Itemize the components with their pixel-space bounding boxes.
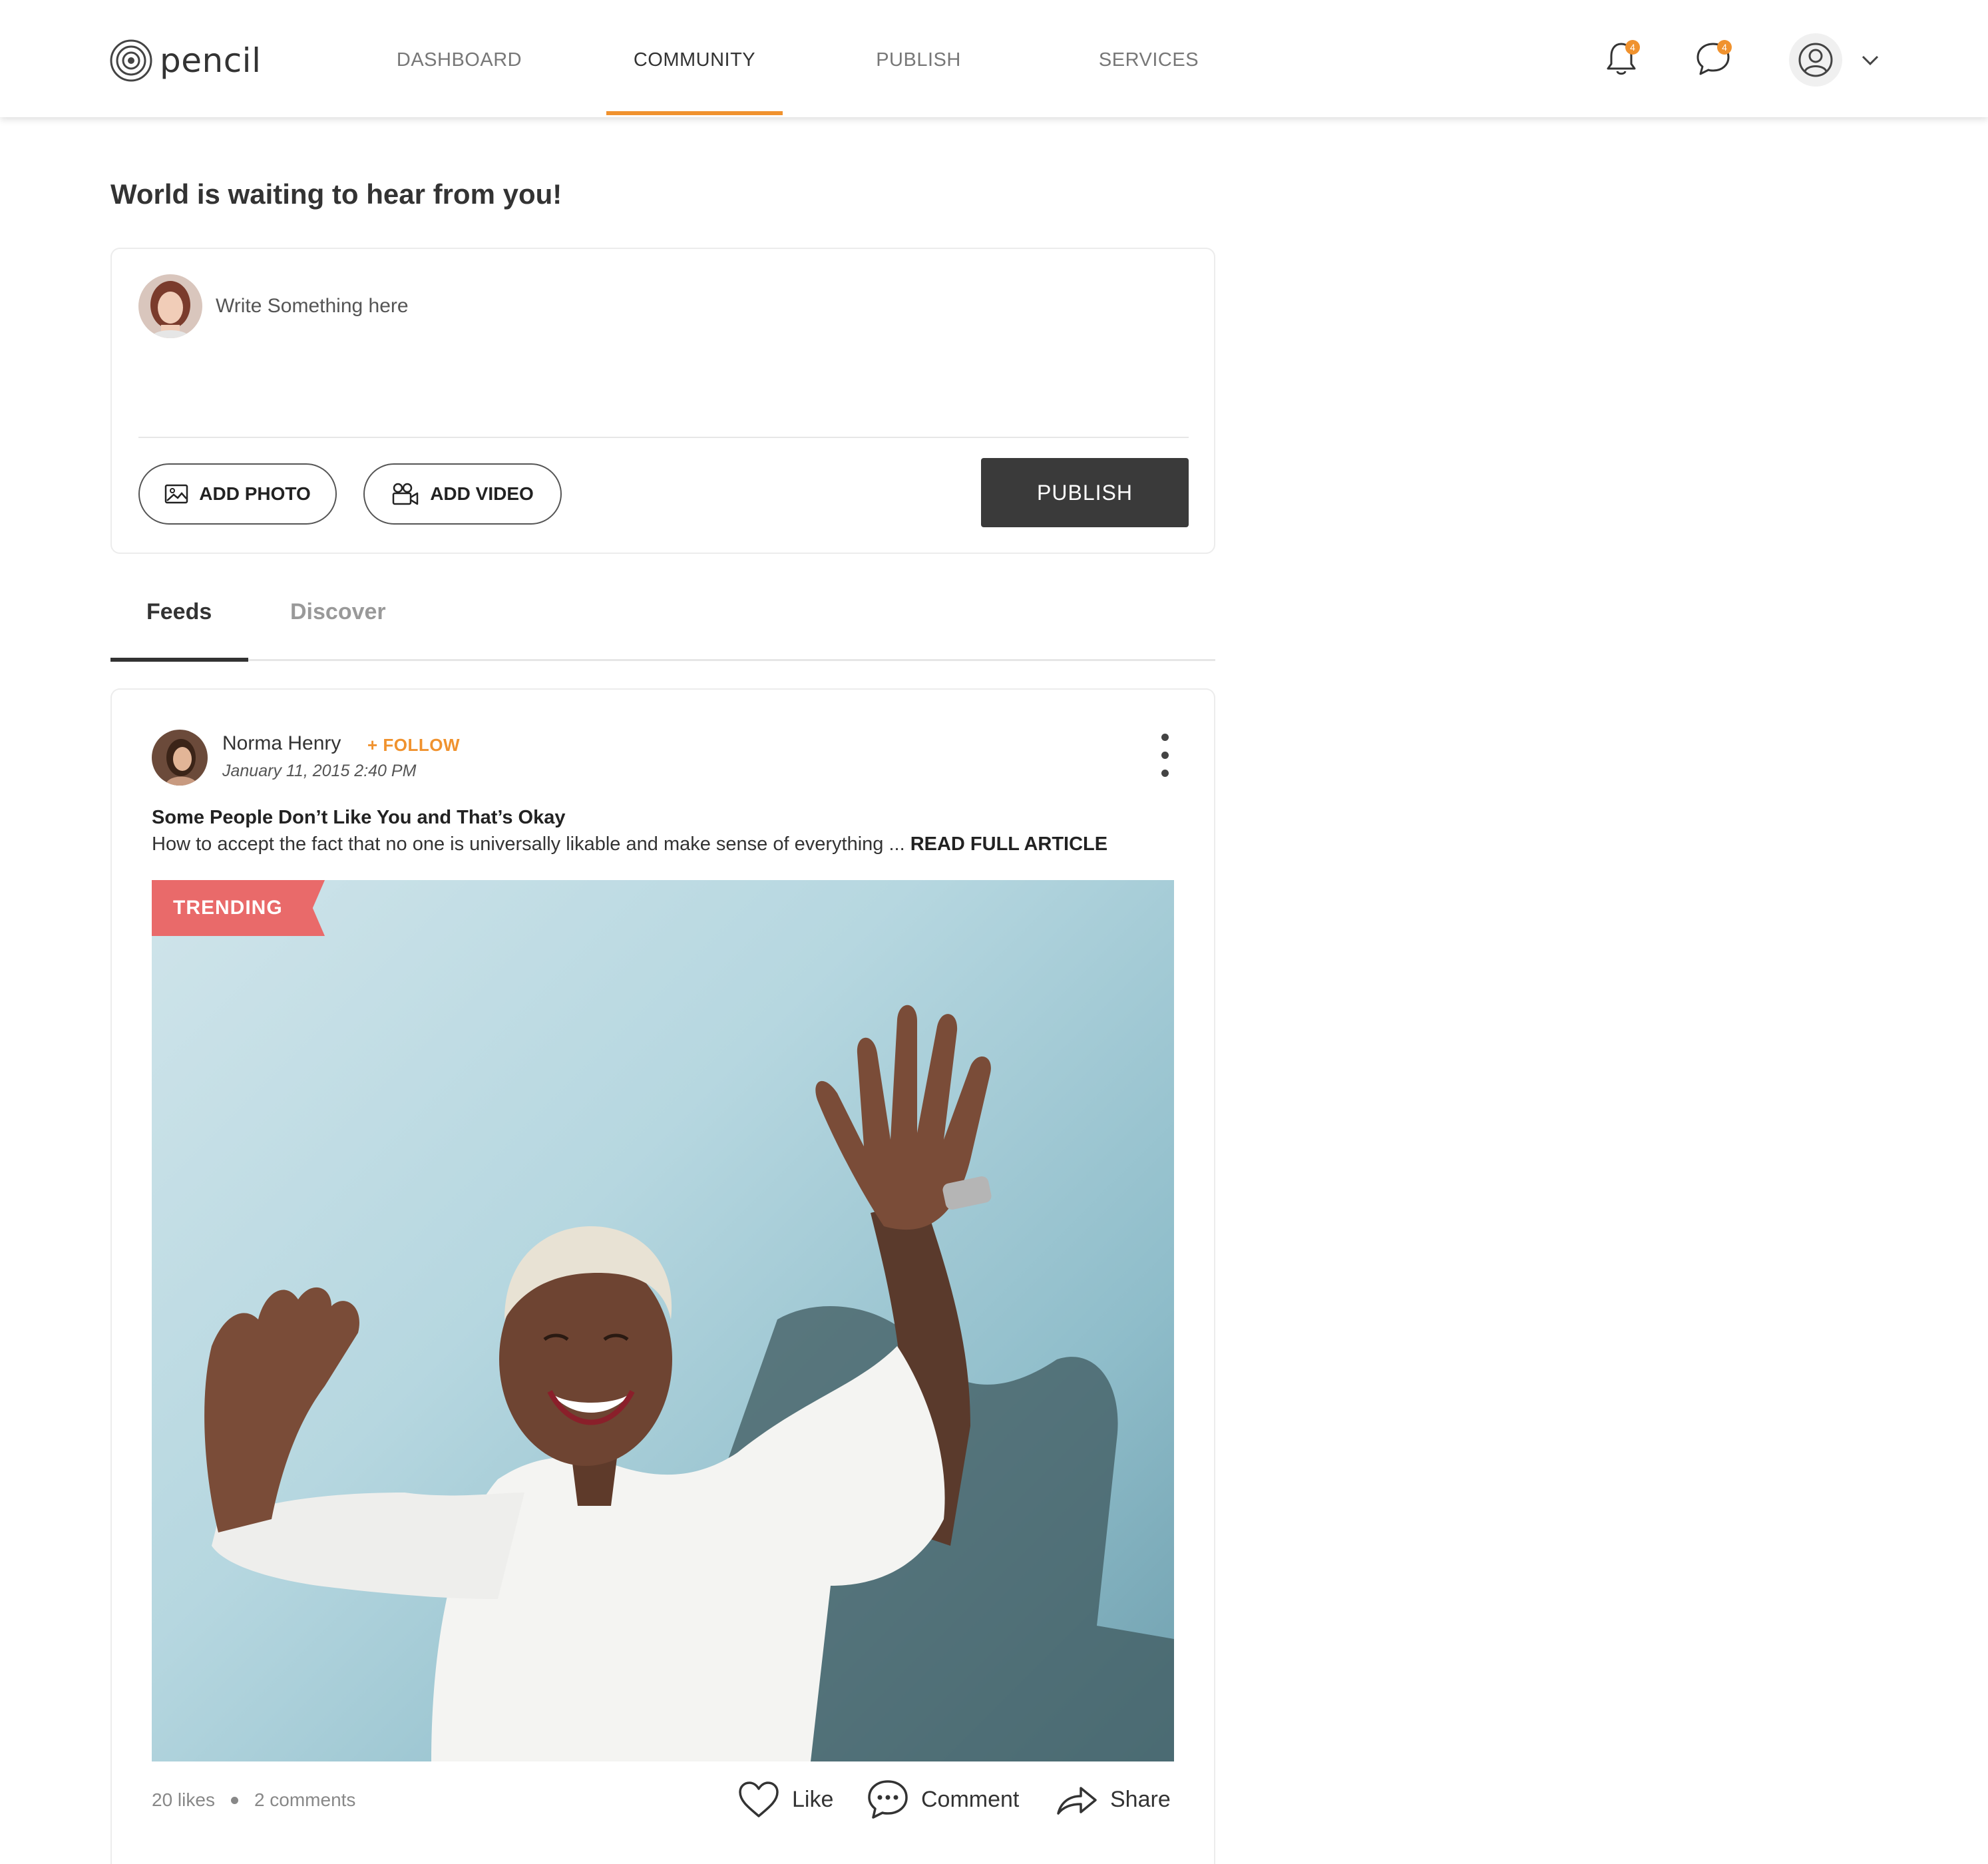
article-summary: How to accept the fact that no one is un… [152,833,910,855]
nav-publish[interactable]: PUBLISH [852,0,985,117]
post-image[interactable]: TRENDING [152,880,1174,1761]
top-navbar: pencil DASHBOARD COMMUNITY PUBLISH SERVI… [0,0,1988,117]
post-stats: 20 likes 2 comments [152,1789,355,1811]
user-circle-icon [1798,43,1833,77]
add-video-button[interactable]: ADD VIDEO [363,463,562,525]
comments-count[interactable]: 2 comments [254,1789,356,1811]
post-composer: ADD PHOTO ADD VIDEO PUBLISH [110,248,1215,554]
nav-community[interactable]: COMMUNITY [606,0,783,117]
user-menu-button[interactable] [1789,33,1842,87]
notifications-badge: 4 [1625,40,1640,55]
nav-dashboard[interactable]: DASHBOARD [386,0,532,117]
messages-button[interactable]: 4 [1693,39,1733,79]
tabs-divider [110,659,1215,661]
image-icon [165,484,188,504]
like-label: Like [792,1786,834,1812]
author-name[interactable]: Norma Henry [222,732,341,755]
share-label: Share [1110,1786,1171,1812]
article-description: How to accept the fact that no one is un… [152,833,1107,855]
heart-icon [739,1781,779,1817]
trending-badge: TRENDING [152,880,325,936]
post-text-input[interactable] [216,290,1147,322]
likes-count[interactable]: 20 likes [152,1789,215,1811]
pencil-logo-icon [110,39,152,82]
read-full-article-link[interactable]: READ FULL ARTICLE [910,833,1107,855]
publish-button[interactable]: PUBLISH [981,458,1189,527]
share-arrow-icon [1057,1787,1097,1815]
follow-button[interactable]: + FOLLOW [367,735,460,756]
author-avatar[interactable] [152,730,208,786]
nav-active-indicator [606,111,783,115]
messages-badge: 4 [1717,40,1732,55]
article-title[interactable]: Some People Don’t Like You and That’s Ok… [152,807,566,829]
page-title: World is waiting to hear from you! [110,178,562,210]
tab-discover[interactable]: Discover [290,599,386,625]
notifications-button[interactable]: 4 [1601,39,1641,79]
comment-label: Comment [921,1786,1020,1812]
feed-post-card: Norma Henry + FOLLOW January 11, 2015 2:… [110,688,1215,1864]
add-photo-button[interactable]: ADD PHOTO [138,463,337,525]
add-photo-label: ADD PHOTO [199,483,311,504]
user-photo-icon [138,274,202,338]
chevron-down-icon[interactable] [1861,55,1880,67]
share-button[interactable]: Share [1056,1776,1171,1823]
comment-button[interactable]: Comment [867,1776,1019,1823]
post-photo-illustration [204,1005,1174,1761]
author-photo-icon [152,730,208,786]
tab-active-indicator [110,658,248,662]
post-date: January 11, 2015 2:40 PM [222,762,417,780]
tab-feeds[interactable]: Feeds [146,599,212,625]
video-camera-icon [392,483,419,505]
logo[interactable]: pencil [109,37,261,84]
add-video-label: ADD VIDEO [430,483,534,504]
logo-text: pencil [160,41,262,80]
composer-divider [138,437,1189,438]
composer-avatar [138,274,202,338]
stats-separator [230,1796,238,1804]
like-button[interactable]: Like [737,1776,833,1823]
comment-bubble-icon [868,1780,908,1819]
nav-services[interactable]: SERVICES [1082,0,1215,117]
more-options-icon[interactable] [1158,734,1171,779]
